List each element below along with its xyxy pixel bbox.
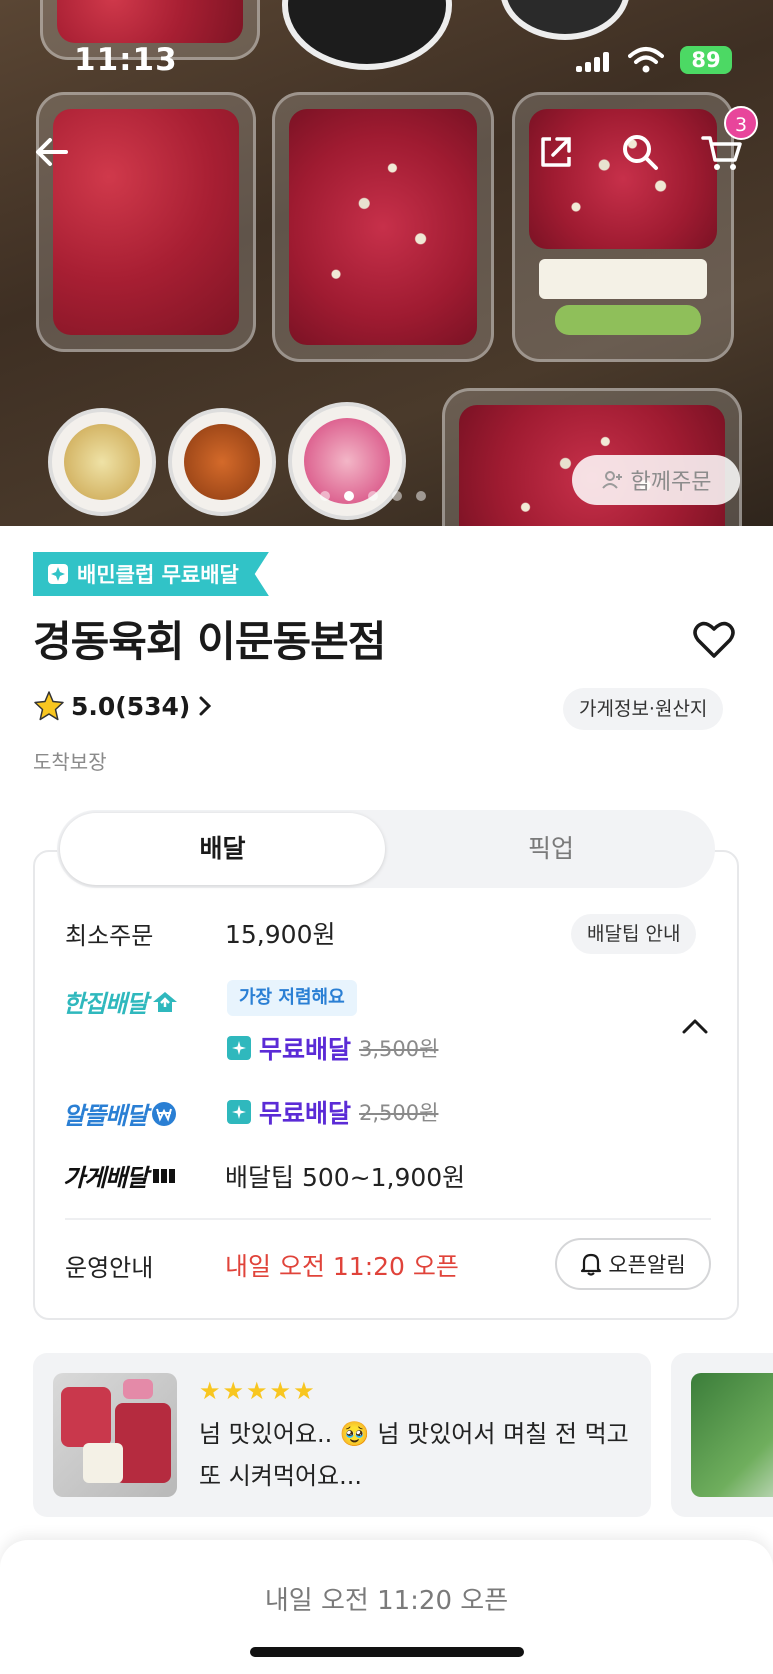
rating-value: 5.0(534): [71, 691, 191, 721]
signal-icon: [576, 52, 610, 72]
hanjip-free-label: 무료배달: [259, 1035, 352, 1064]
chevron-right-icon: [199, 696, 212, 716]
hanjip-original-price: 3,500원: [359, 1037, 439, 1061]
review-card[interactable]: [671, 1353, 773, 1517]
cart-count-badge: 3: [724, 106, 758, 140]
back-icon[interactable]: [28, 128, 76, 176]
bell-icon: [581, 1253, 602, 1276]
club-mini-icon: [227, 1036, 251, 1060]
delivery-tip-guide-button[interactable]: 배달팁 안내: [571, 914, 697, 954]
store-info-button[interactable]: 가게정보·원산지: [563, 688, 724, 730]
altteul-original-price: 2,500원: [359, 1101, 439, 1125]
food-bowl: [500, 0, 630, 40]
share-icon[interactable]: [532, 128, 580, 176]
chevron-up-icon[interactable]: [671, 1002, 719, 1050]
operation-label: 운영안내: [65, 1254, 154, 1282]
altteul-free-delivery: 무료배달 2,500원: [227, 1094, 438, 1130]
club-mini-icon: [227, 1100, 251, 1124]
altteul-delivery-label: 알뜰배달: [63, 1102, 148, 1130]
search-icon[interactable]: [616, 128, 664, 176]
hanjip-delivery-logo: 한집배달: [63, 984, 179, 1019]
review-stars: ★★★★★: [199, 1377, 317, 1405]
altteul-delivery-logo: 알뜰배달: [63, 1096, 177, 1131]
min-order-value: 15,900원: [225, 920, 336, 949]
store-delivery-tip: 배달팁 500~1,900원: [225, 1163, 466, 1192]
order-type-tabs: 배달 픽업: [57, 810, 715, 888]
review-text: 넘 맛있어요.. 🥹 넘 맛있어서 며칠 전 먹고 또 시켜먹어요...: [199, 1420, 629, 1490]
cheapest-badge: 가장 저렴해요: [227, 980, 357, 1016]
add-person-icon: [601, 471, 622, 489]
delivery-info-card: 최소주문 15,900원 배달팁 안내 한집배달 가장 저렴해요 무료배달 3,…: [33, 850, 739, 1320]
sauce-dish: [168, 408, 276, 516]
store-name: 경동육회 이문동본점: [33, 617, 386, 666]
review-photo: [691, 1373, 773, 1497]
sauce-dish: [48, 408, 156, 516]
house-icon: [153, 991, 178, 1012]
status-bar: 11:13 89: [0, 40, 773, 80]
store-delivery-label: 가게배달: [63, 1164, 148, 1192]
divider: [65, 1218, 711, 1220]
hero-image: 11:13 89 3 함께주문: [0, 0, 773, 526]
rating-link[interactable]: 5.0(534): [33, 690, 214, 722]
bottom-order-bar: 내일 오전 11:20 오픈: [0, 1540, 773, 1674]
store-delivery-logo: 가게배달: [63, 1158, 177, 1193]
hanjip-delivery-label: 한집배달: [63, 990, 148, 1018]
club-logo-icon: [48, 564, 68, 584]
min-order-label: 최소주문: [65, 922, 154, 950]
hanjip-free-delivery: 무료배달 3,500원: [227, 1030, 438, 1066]
arrival-guarantee-label: 도착보장: [33, 750, 107, 774]
altteul-free-label: 무료배달: [259, 1099, 352, 1128]
status-time: 11:13: [74, 42, 178, 78]
cart-icon[interactable]: 3: [698, 106, 758, 176]
review-card[interactable]: ★★★★★ 넘 맛있어요.. 🥹 넘 맛있어서 며칠 전 먹고 또 시켜먹어요.…: [33, 1353, 651, 1517]
operation-status: 내일 오전 11:20 오픈: [225, 1252, 459, 1281]
open-alarm-label: 오픈알림: [608, 1253, 686, 1277]
home-indicator: [250, 1647, 524, 1657]
club-free-delivery-badge: 배민클럽 무료배달: [33, 552, 269, 596]
review-photo: [53, 1373, 177, 1497]
star-icon: [34, 691, 64, 721]
tab-pickup[interactable]: 픽업: [387, 810, 715, 888]
together-order-label: 함께주문: [630, 470, 712, 495]
food-tray: [272, 92, 494, 362]
battery-indicator: 89: [680, 46, 732, 74]
won-coin-icon: [152, 1101, 177, 1126]
tab-delivery[interactable]: 배달: [60, 813, 385, 885]
heart-icon[interactable]: [692, 620, 740, 664]
open-alarm-button[interactable]: 오픈알림: [555, 1238, 711, 1290]
bottom-open-label: 내일 오전 11:20 오픈: [264, 1586, 509, 1616]
club-badge-label: 배민클럽 무료배달: [77, 563, 239, 587]
wifi-icon: [628, 47, 664, 73]
store-delivery-icon: [153, 1168, 176, 1183]
sauce-dish: [288, 402, 406, 520]
together-order-button[interactable]: 함께주문: [572, 455, 740, 505]
carousel-dots: [320, 491, 426, 501]
